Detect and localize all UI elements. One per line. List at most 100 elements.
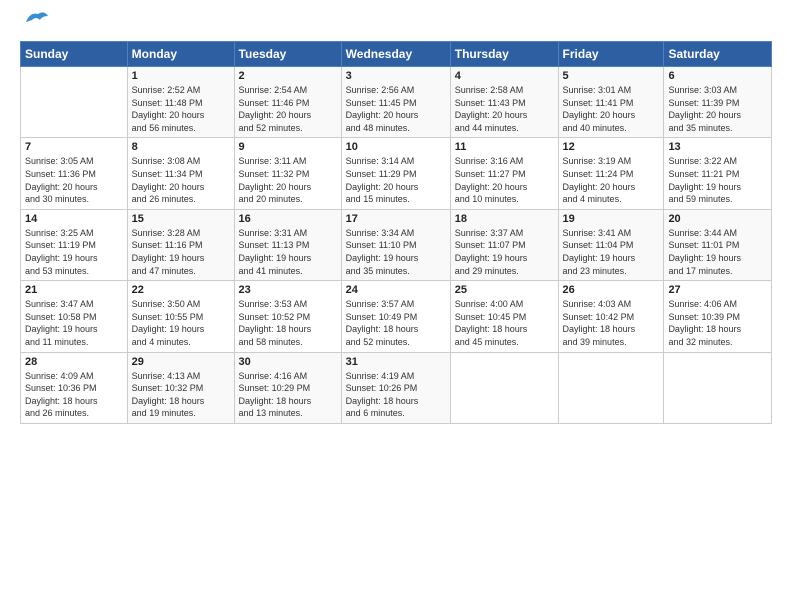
day-number: 3: [346, 70, 446, 82]
day-number: 22: [132, 284, 230, 296]
calendar-cell: 10Sunrise: 3:14 AMSunset: 11:29 PMDaylig…: [341, 138, 450, 209]
day-number: 29: [132, 356, 230, 368]
day-info: Sunrise: 4:00 AMSunset: 10:45 PMDaylight…: [455, 298, 554, 348]
col-sunday: Sunday: [21, 42, 128, 67]
calendar-cell: 6 Sunrise: 3:03 AMSunset: 11:39 PMDayligh…: [664, 67, 772, 138]
calendar-week-row: 7 Sunrise: 3:05 AMSunset: 11:36 PMDayligh…: [21, 138, 772, 209]
logo-bird-icon: [22, 8, 50, 30]
day-number: 18: [455, 213, 554, 225]
day-info: Sunrise: 4:09 AMSunset: 10:36 PMDaylight…: [25, 370, 123, 420]
day-number: 24: [346, 284, 446, 296]
col-saturday: Saturday: [664, 42, 772, 67]
calendar-cell: 20Sunrise: 3:44 AMSunset: 11:01 PMDaylig…: [664, 209, 772, 280]
calendar-cell: 22 Sunrise: 3:50 AMSunset: 10:55 PMDaylig…: [127, 281, 234, 352]
day-info: Sunrise: 2:56 AMSunset: 11:45 PMDaylight…: [346, 84, 446, 134]
day-number: 10: [346, 141, 446, 153]
calendar-cell: 24 Sunrise: 3:57 AMSunset: 10:49 PMDaylig…: [341, 281, 450, 352]
day-info: Sunrise: 3:22 AMSunset: 11:21 PMDaylight…: [668, 155, 767, 205]
day-info: Sunrise: 3:57 AMSunset: 10:49 PMDaylight…: [346, 298, 446, 348]
day-info: Sunrise: 2:58 AMSunset: 11:43 PMDaylight…: [455, 84, 554, 134]
day-info: Sunrise: 3:05 AMSunset: 11:36 PMDaylight…: [25, 155, 123, 205]
calendar-cell: 13 Sunrise: 3:22 AMSunset: 11:21 PMDaylig…: [664, 138, 772, 209]
calendar-cell: 18 Sunrise: 3:37 AMSunset: 11:07 PMDaylig…: [450, 209, 558, 280]
day-number: 23: [239, 284, 337, 296]
day-number: 13: [668, 141, 767, 153]
day-info: Sunrise: 3:47 AMSunset: 10:58 PMDaylight…: [25, 298, 123, 348]
day-info: Sunrise: 3:03 AMSunset: 11:39 PMDaylight…: [668, 84, 767, 134]
day-number: 21: [25, 284, 123, 296]
calendar-cell: 19 Sunrise: 3:41 AMSunset: 11:04 PMDaylig…: [558, 209, 664, 280]
calendar-header-row: Sunday Monday Tuesday Wednesday Thursday…: [21, 42, 772, 67]
calendar-week-row: 21 Sunrise: 3:47 AMSunset: 10:58 PMDaylig…: [21, 281, 772, 352]
day-info: Sunrise: 3:19 AMSunset: 11:24 PMDaylight…: [563, 155, 660, 205]
calendar-cell: [450, 352, 558, 423]
day-info: Sunrise: 4:03 AMSunset: 10:42 PMDaylight…: [563, 298, 660, 348]
day-number: 1: [132, 70, 230, 82]
calendar-cell: 4Sunrise: 2:58 AMSunset: 11:43 PMDayligh…: [450, 67, 558, 138]
calendar-cell: 31Sunrise: 4:19 AMSunset: 10:26 PMDaylig…: [341, 352, 450, 423]
day-number: 17: [346, 213, 446, 225]
day-info: Sunrise: 3:28 AMSunset: 11:16 PMDaylight…: [132, 227, 230, 277]
calendar-cell: 26 Sunrise: 4:03 AMSunset: 10:42 PMDaylig…: [558, 281, 664, 352]
day-info: Sunrise: 2:52 AMSunset: 11:48 PMDaylight…: [132, 84, 230, 134]
day-number: 20: [668, 213, 767, 225]
day-info: Sunrise: 3:37 AMSunset: 11:07 PMDaylight…: [455, 227, 554, 277]
calendar-cell: 9 Sunrise: 3:11 AMSunset: 11:32 PMDayligh…: [234, 138, 341, 209]
day-number: 27: [668, 284, 767, 296]
day-info: Sunrise: 4:16 AMSunset: 10:29 PMDaylight…: [239, 370, 337, 420]
header: [20, 16, 772, 35]
day-number: 25: [455, 284, 554, 296]
calendar-cell: [558, 352, 664, 423]
calendar-cell: 17 Sunrise: 3:34 AMSunset: 11:10 PMDaylig…: [341, 209, 450, 280]
day-info: Sunrise: 2:54 AMSunset: 11:46 PMDaylight…: [239, 84, 337, 134]
col-friday: Friday: [558, 42, 664, 67]
day-number: 19: [563, 213, 660, 225]
day-number: 16: [239, 213, 337, 225]
day-number: 7: [25, 141, 123, 153]
day-info: Sunrise: 4:06 AMSunset: 10:39 PMDaylight…: [668, 298, 767, 348]
day-number: 15: [132, 213, 230, 225]
day-info: Sunrise: 4:13 AMSunset: 10:32 PMDaylight…: [132, 370, 230, 420]
calendar-cell: 11 Sunrise: 3:16 AMSunset: 11:27 PMDaylig…: [450, 138, 558, 209]
calendar-cell: 28 Sunrise: 4:09 AMSunset: 10:36 PMDaylig…: [21, 352, 128, 423]
calendar-week-row: 28 Sunrise: 4:09 AMSunset: 10:36 PMDaylig…: [21, 352, 772, 423]
calendar-week-row: 1 Sunrise: 2:52 AMSunset: 11:48 PMDayligh…: [21, 67, 772, 138]
day-info: Sunrise: 3:50 AMSunset: 10:55 PMDaylight…: [132, 298, 230, 348]
day-number: 9: [239, 141, 337, 153]
col-thursday: Thursday: [450, 42, 558, 67]
day-number: 30: [239, 356, 337, 368]
day-info: Sunrise: 3:41 AMSunset: 11:04 PMDaylight…: [563, 227, 660, 277]
calendar-week-row: 14 Sunrise: 3:25 AMSunset: 11:19 PMDaylig…: [21, 209, 772, 280]
day-number: 6: [668, 70, 767, 82]
day-number: 12: [563, 141, 660, 153]
calendar-cell: 1 Sunrise: 2:52 AMSunset: 11:48 PMDayligh…: [127, 67, 234, 138]
day-info: Sunrise: 4:19 AMSunset: 10:26 PMDaylight…: [346, 370, 446, 420]
day-info: Sunrise: 3:25 AMSunset: 11:19 PMDaylight…: [25, 227, 123, 277]
day-info: Sunrise: 3:11 AMSunset: 11:32 PMDaylight…: [239, 155, 337, 205]
calendar-cell: 27 Sunrise: 4:06 AMSunset: 10:39 PMDaylig…: [664, 281, 772, 352]
day-number: 11: [455, 141, 554, 153]
day-info: Sunrise: 3:08 AMSunset: 11:34 PMDaylight…: [132, 155, 230, 205]
day-number: 14: [25, 213, 123, 225]
calendar-cell: 25 Sunrise: 4:00 AMSunset: 10:45 PMDaylig…: [450, 281, 558, 352]
calendar-cell: 3 Sunrise: 2:56 AMSunset: 11:45 PMDayligh…: [341, 67, 450, 138]
calendar-cell: 8 Sunrise: 3:08 AMSunset: 11:34 PMDayligh…: [127, 138, 234, 209]
calendar-cell: 21 Sunrise: 3:47 AMSunset: 10:58 PMDaylig…: [21, 281, 128, 352]
calendar-cell: 16 Sunrise: 3:31 AMSunset: 11:13 PMDaylig…: [234, 209, 341, 280]
day-number: 8: [132, 141, 230, 153]
calendar-cell: 29 Sunrise: 4:13 AMSunset: 10:32 PMDaylig…: [127, 352, 234, 423]
calendar-cell: 5Sunrise: 3:01 AMSunset: 11:41 PMDayligh…: [558, 67, 664, 138]
day-info: Sunrise: 3:31 AMSunset: 11:13 PMDaylight…: [239, 227, 337, 277]
col-monday: Monday: [127, 42, 234, 67]
day-number: 26: [563, 284, 660, 296]
day-number: 28: [25, 356, 123, 368]
calendar-cell: 7 Sunrise: 3:05 AMSunset: 11:36 PMDayligh…: [21, 138, 128, 209]
calendar-cell: 12 Sunrise: 3:19 AMSunset: 11:24 PMDaylig…: [558, 138, 664, 209]
day-info: Sunrise: 3:34 AMSunset: 11:10 PMDaylight…: [346, 227, 446, 277]
calendar-cell: [664, 352, 772, 423]
calendar-cell: 2Sunrise: 2:54 AMSunset: 11:46 PMDayligh…: [234, 67, 341, 138]
logo: [20, 16, 50, 35]
calendar-cell: 15 Sunrise: 3:28 AMSunset: 11:16 PMDaylig…: [127, 209, 234, 280]
day-number: 5: [563, 70, 660, 82]
day-info: Sunrise: 3:16 AMSunset: 11:27 PMDaylight…: [455, 155, 554, 205]
